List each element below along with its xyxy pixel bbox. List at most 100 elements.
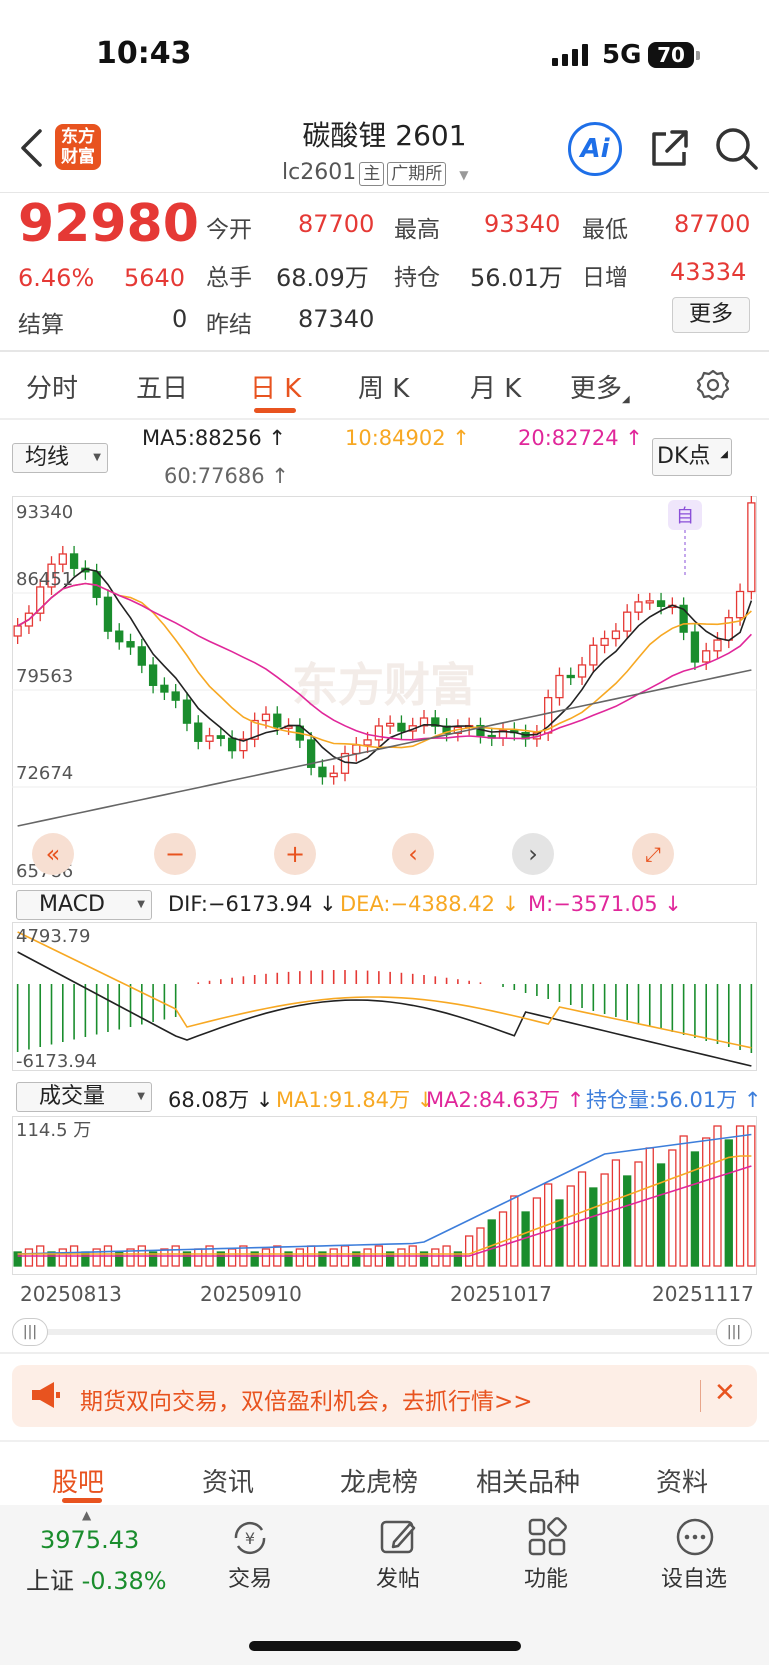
candle: [227, 737, 237, 752]
volume-bar: [747, 1125, 756, 1267]
active-tab-indicator: [254, 408, 296, 413]
legend-ma10: 10:84902 ↑: [345, 426, 470, 450]
macd-selector[interactable]: MACD ▼: [16, 890, 152, 920]
candle: [171, 691, 180, 701]
range-slider-left-handle[interactable]: |||: [12, 1318, 48, 1346]
more-button[interactable]: 更多: [672, 297, 750, 333]
volume-bar: [476, 1227, 485, 1267]
indicator-selector[interactable]: 均线 ▼: [12, 443, 108, 473]
candle: [690, 631, 700, 663]
volume-bar: [295, 1248, 304, 1267]
tab-related[interactable]: 相关品种: [476, 1462, 580, 1499]
volume-bar: [160, 1248, 169, 1267]
volume-bar: [600, 1173, 609, 1267]
candle: [555, 674, 564, 699]
footer-function[interactable]: 功能: [506, 1561, 586, 1593]
volume-bar: [702, 1137, 711, 1267]
zoom-in-button[interactable]: +: [274, 833, 316, 875]
candle: [656, 600, 666, 607]
macd-y-top: 4793.79: [16, 926, 90, 947]
tab-more[interactable]: 更多◢: [570, 368, 630, 405]
volume-bar: [668, 1149, 677, 1267]
y-label-2: 86451: [16, 569, 73, 590]
close-icon[interactable]: ✕: [714, 1378, 736, 1408]
volume-bar: [329, 1248, 338, 1267]
home-indicator: [249, 1641, 521, 1651]
legend-oi: 持仓量:56.01万 ↑: [586, 1088, 762, 1112]
range-slider-right-handle[interactable]: |||: [716, 1318, 752, 1346]
volume-value: 68.09万: [276, 264, 369, 292]
share-icon[interactable]: [648, 128, 690, 170]
caret-up-icon: ▲: [82, 1508, 92, 1522]
tab-monthly-k[interactable]: 月 K: [470, 368, 521, 405]
tab-profile[interactable]: 资料: [656, 1462, 708, 1499]
marker-label: 自: [676, 506, 694, 527]
dk-point-button[interactable]: DK点 ◢: [652, 438, 732, 476]
tab-forum[interactable]: 股吧: [52, 1462, 104, 1499]
candle: [69, 553, 79, 569]
volume-bar: [261, 1248, 271, 1267]
macd-chart[interactable]: 4793.79 -6173.94: [12, 922, 757, 1072]
volume-chart[interactable]: 114.5 万: [12, 1116, 757, 1276]
legend-ma60: 60:77686 ↑: [164, 464, 289, 488]
search-icon[interactable]: [714, 126, 760, 172]
kline-chart[interactable]: 东方财富 93340 86451 79563 72674 65786 自: [12, 496, 757, 886]
ai-button[interactable]: Ai: [568, 122, 622, 176]
date-label-2: 20250910: [200, 1282, 302, 1306]
candle: [589, 644, 598, 666]
index-change: -0.38%: [81, 1567, 167, 1595]
volume-bar: [465, 1235, 474, 1267]
candle: [566, 674, 575, 679]
battery-icon: 70: [648, 42, 694, 68]
post-icon[interactable]: [378, 1516, 420, 1558]
candle: [634, 601, 643, 613]
move-right-button[interactable]: ›: [512, 833, 554, 875]
low-value: 87700: [674, 210, 751, 238]
contract-subtitle[interactable]: lc2601 主广期所 ▼: [282, 160, 468, 186]
candle: [194, 722, 203, 742]
svg-text:¥: ¥: [245, 1529, 255, 1548]
megaphone-icon: [32, 1382, 60, 1408]
index-value[interactable]: 3975.43: [40, 1526, 139, 1554]
indicator-selector-label: 均线: [25, 445, 70, 470]
candle: [115, 630, 124, 643]
function-icon[interactable]: [526, 1516, 568, 1558]
footer-trade[interactable]: 交易: [210, 1561, 290, 1593]
zoom-out-fast-button[interactable]: «: [32, 833, 74, 875]
volume-bar: [555, 1199, 564, 1267]
tab-daily-k[interactable]: 日 K: [250, 368, 301, 405]
last-price: 92980: [18, 194, 199, 254]
candle: [713, 639, 722, 652]
trade-icon[interactable]: ¥: [228, 1518, 272, 1558]
prev-settle-label: 昨结: [206, 312, 252, 338]
zoom-out-button[interactable]: −: [154, 833, 196, 875]
volume-selector[interactable]: 成交量 ▼: [16, 1082, 152, 1112]
macd-y-bottom: -6173.94: [16, 1051, 97, 1072]
banner-text[interactable]: 期货双向交易，双倍盈利机会，去抓行情>>: [80, 1382, 533, 1416]
tab-dragon-tiger[interactable]: 龙虎榜: [340, 1462, 418, 1499]
volume-bar: [713, 1125, 722, 1267]
tab-news[interactable]: 资讯: [202, 1462, 254, 1499]
volume-bar: [510, 1195, 519, 1267]
move-left-button[interactable]: ‹: [392, 833, 434, 875]
main-tag: 主: [359, 162, 385, 186]
candle: [645, 600, 654, 604]
tab-five-day[interactable]: 五日: [136, 368, 188, 405]
battery-tip: [696, 51, 700, 60]
add-watchlist-icon[interactable]: [674, 1516, 716, 1558]
candle: [318, 766, 327, 778]
tab-weekly-k[interactable]: 周 K: [358, 368, 409, 405]
footer-post[interactable]: 发帖: [358, 1561, 438, 1593]
bottom-tab-indicator: [62, 1498, 102, 1503]
y-label-4: 72674: [16, 763, 73, 784]
volume-bar: [487, 1219, 496, 1267]
candle: [611, 630, 621, 640]
candle: [702, 650, 711, 663]
tab-intraday[interactable]: 分时: [26, 368, 78, 405]
footer-watchlist[interactable]: 设自选: [654, 1561, 734, 1593]
index-line[interactable]: 上证 -0.38%: [26, 1561, 167, 1596]
candle: [363, 739, 372, 746]
settings-gear-icon[interactable]: [696, 368, 730, 402]
volume-selector-label: 成交量: [39, 1084, 106, 1109]
fullscreen-button[interactable]: ⤢: [632, 833, 674, 875]
